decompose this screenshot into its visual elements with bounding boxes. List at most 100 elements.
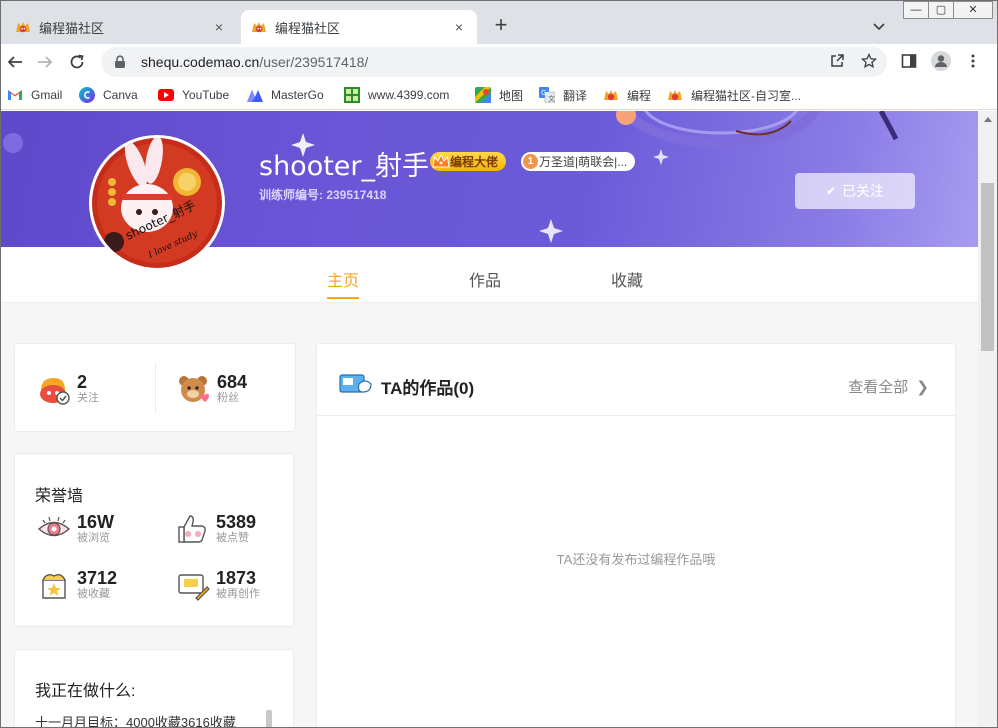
club-badge-number: 1: [523, 154, 538, 169]
back-button[interactable]: [3, 50, 27, 74]
minimize-button[interactable]: —: [903, 1, 929, 19]
tab-home-label: 主页: [327, 273, 360, 290]
codemao-icon: [604, 90, 618, 101]
tab-codemao-1[interactable]: 编程猫社区 ×: [5, 10, 237, 44]
bookmark-label: 翻译: [563, 88, 588, 103]
following-count: 2: [77, 372, 88, 392]
bookmark-codemao-study-room[interactable]: 编程猫社区-自习室...: [667, 86, 801, 104]
bookmark-canva[interactable]: Canva: [79, 86, 138, 104]
doing-scrollbar[interactable]: [266, 710, 272, 727]
bookmark-youtube[interactable]: YouTube: [158, 86, 229, 104]
forward-button[interactable]: [33, 50, 57, 74]
url-path: /user/239517418/: [259, 54, 369, 70]
bookmark-label: 编程猫社区-自习室...: [691, 88, 801, 103]
side-panel-button[interactable]: [898, 50, 920, 72]
menu-button[interactable]: [962, 50, 984, 72]
bookmarks-bar: Gmail Canva YouTube MasterGo www.4399.co…: [1, 80, 997, 110]
active-tab-underline: [327, 297, 359, 299]
browser-window: 编程猫社区 × 编程猫社区 × + — ▢ ✕ shequ.codemao.cn…: [0, 0, 998, 728]
doing-title: 我正在做什么:: [35, 683, 136, 700]
address-bar[interactable]: shequ.codemao.cn/user/239517418/: [101, 47, 887, 77]
tab-works[interactable]: 作品: [469, 267, 501, 291]
title-badge[interactable]: 编程大佬: [430, 152, 507, 171]
view-icon: [37, 516, 71, 537]
mastergo-icon: [247, 90, 263, 102]
close-window-button[interactable]: ✕: [953, 1, 993, 19]
followed-label: 已关注: [842, 183, 885, 199]
page-viewport: shooter_射手 编程大佬 1 万圣道|萌联会|... 训练师编号: 239…: [1, 111, 978, 727]
scroll-up-arrow-icon[interactable]: [978, 111, 997, 127]
view-all-link[interactable]: 查看全部 ❯: [848, 376, 929, 397]
collects-count: 3712: [77, 568, 118, 588]
new-tab-button[interactable]: +: [489, 14, 513, 38]
following-label: 关注: [77, 392, 99, 404]
likes-stat: 5389 被点赞: [176, 512, 256, 546]
follow-stats-card: 2 关注 684 粉丝: [14, 343, 296, 432]
trainer-id: 训练师编号: 239517418: [259, 188, 387, 202]
views-stat: 16W 被浏览: [37, 512, 114, 546]
check-icon: ✔: [825, 184, 837, 198]
fans-stat[interactable]: 684 粉丝: [177, 372, 247, 406]
lock-icon[interactable]: [113, 55, 127, 69]
tab-close-icon[interactable]: ×: [451, 19, 467, 35]
followed-button[interactable]: ✔ 已关注: [795, 173, 915, 209]
bookmark-maps[interactable]: 地图: [475, 86, 523, 104]
bookmark-mastergo[interactable]: MasterGo: [247, 86, 324, 104]
tab-label: 编程猫社区: [275, 20, 341, 36]
collects-label: 被收藏: [77, 588, 110, 600]
browser-toolbar: shequ.codemao.cn/user/239517418/: [1, 44, 997, 80]
fans-label: 粉丝: [217, 392, 239, 404]
bookmark-codemao[interactable]: 编程: [603, 86, 651, 104]
reload-icon: [70, 54, 84, 69]
bookmark-translate[interactable]: G文 翻译: [539, 86, 587, 104]
bookmark-gmail[interactable]: Gmail: [7, 86, 62, 104]
reload-button[interactable]: [65, 50, 89, 74]
club-badge-label: 万圣道|萌联会|...: [539, 155, 628, 169]
username: shooter_射手: [259, 151, 430, 182]
bookmark-star-button[interactable]: [858, 50, 880, 72]
tab-works-label: 作品: [469, 273, 502, 290]
maps-icon: [475, 87, 491, 103]
svg-text:文: 文: [548, 94, 555, 103]
star-icon: [861, 53, 877, 69]
club-badge[interactable]: 1 万圣道|萌联会|...: [521, 152, 635, 171]
honor-wall-title: 荣誉墙: [35, 488, 84, 505]
page-scrollbar[interactable]: [978, 111, 997, 727]
tab-codemao-2[interactable]: 编程猫社区 ×: [241, 10, 477, 44]
collects-stat: 3712 被收藏: [37, 568, 117, 602]
tab-search-chevron-icon[interactable]: [869, 16, 889, 36]
tab-close-icon[interactable]: ×: [211, 19, 227, 35]
bookmark-label: MasterGo: [271, 88, 324, 102]
bookmark-label: Canva: [103, 88, 138, 102]
remix-icon: [178, 574, 210, 601]
works-card: TA的作品(0) 查看全部 ❯ TA还没有发布过编程作品哦: [316, 343, 956, 727]
works-title: TA的作品(0): [381, 379, 475, 398]
profile-button[interactable]: [930, 50, 952, 72]
tab-home[interactable]: 主页: [327, 267, 360, 299]
doing-card: 我正在做什么: 十一月月目标：4000收藏3616收藏: [14, 649, 294, 727]
remixes-stat: 1873 被再创作: [176, 568, 260, 602]
scrollbar-thumb[interactable]: [981, 183, 994, 351]
following-stat[interactable]: 2 关注: [37, 372, 99, 406]
crown-icon: [432, 153, 450, 168]
stat-divider: [155, 362, 156, 414]
codemao-favicon-icon: [16, 22, 30, 33]
remixes-label: 被再创作: [216, 588, 260, 600]
gmail-icon: [8, 90, 22, 100]
tab-strip: 编程猫社区 × 编程猫社区 × + — ▢ ✕: [1, 1, 997, 44]
views-label: 被浏览: [77, 532, 110, 544]
youtube-icon: [158, 89, 174, 101]
codemao-favicon-icon: [252, 22, 266, 33]
restore-button[interactable]: ▢: [928, 1, 954, 19]
view-all-label: 查看全部: [848, 379, 909, 396]
fans-count: 684: [217, 372, 248, 392]
canva-icon: [79, 87, 95, 103]
bookmark-label: Gmail: [31, 88, 63, 102]
share-icon: [831, 54, 844, 67]
bookmark-4399[interactable]: www.4399.com: [344, 86, 449, 104]
share-button[interactable]: [826, 50, 848, 72]
tab-label: 编程猫社区: [39, 20, 105, 36]
profile-avatar-icon: [931, 51, 951, 71]
tab-favorites[interactable]: 收藏: [611, 267, 643, 291]
user-avatar[interactable]: shooter_射手 I love study: [89, 135, 225, 271]
